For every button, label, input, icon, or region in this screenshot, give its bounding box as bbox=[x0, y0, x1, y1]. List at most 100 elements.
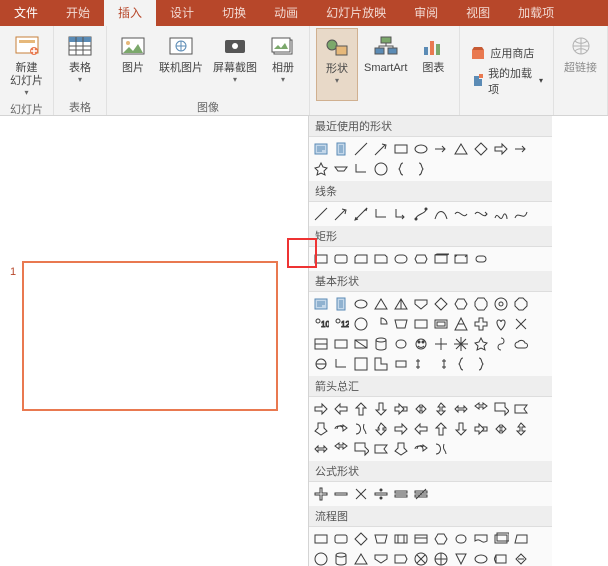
shape-item[interactable] bbox=[371, 354, 391, 374]
shape-item[interactable] bbox=[411, 204, 431, 224]
shape-item[interactable] bbox=[391, 419, 411, 439]
shape-item[interactable] bbox=[491, 529, 511, 549]
shape-item[interactable] bbox=[411, 294, 431, 314]
shape-item[interactable] bbox=[371, 159, 391, 179]
shape-item[interactable] bbox=[311, 204, 331, 224]
shape-item[interactable] bbox=[331, 249, 351, 269]
shape-item[interactable] bbox=[431, 314, 451, 334]
shape-item[interactable] bbox=[331, 354, 351, 374]
shape-item[interactable] bbox=[451, 334, 471, 354]
shape-item[interactable] bbox=[371, 204, 391, 224]
shape-item[interactable] bbox=[411, 314, 431, 334]
shape-item[interactable] bbox=[411, 399, 431, 419]
shape-item[interactable] bbox=[451, 529, 471, 549]
shape-item[interactable] bbox=[471, 314, 491, 334]
shape-item[interactable] bbox=[451, 419, 471, 439]
shape-item[interactable] bbox=[491, 314, 511, 334]
shape-item[interactable] bbox=[491, 549, 511, 566]
shape-item[interactable] bbox=[311, 549, 331, 566]
shape-item[interactable] bbox=[371, 549, 391, 566]
shape-item[interactable] bbox=[391, 204, 411, 224]
tab-view[interactable]: 视图 bbox=[452, 0, 504, 26]
shape-item[interactable] bbox=[451, 294, 471, 314]
shape-item[interactable] bbox=[331, 159, 351, 179]
new-slide-button[interactable]: 新建 幻灯片 ▾ bbox=[6, 28, 47, 99]
table-button[interactable]: 表格 ▾ bbox=[60, 28, 100, 97]
shape-item[interactable] bbox=[311, 529, 331, 549]
shape-item[interactable] bbox=[311, 139, 331, 159]
shape-item[interactable] bbox=[311, 439, 331, 459]
tab-slideshow[interactable]: 幻灯片放映 bbox=[312, 0, 400, 26]
myaddins-button[interactable]: 我的加载项 ▾ bbox=[470, 65, 543, 97]
shape-item[interactable] bbox=[391, 249, 411, 269]
tab-transition[interactable]: 切换 bbox=[208, 0, 260, 26]
shape-item[interactable] bbox=[311, 354, 331, 374]
shape-item[interactable] bbox=[411, 419, 431, 439]
smartart-button[interactable]: SmartArt bbox=[360, 28, 411, 101]
shape-item[interactable] bbox=[391, 139, 411, 159]
shape-item[interactable] bbox=[331, 139, 351, 159]
shape-item[interactable] bbox=[471, 549, 491, 566]
shapes-button[interactable]: 形状 ▾ bbox=[316, 28, 358, 101]
shape-item[interactable] bbox=[471, 249, 491, 269]
shape-item[interactable] bbox=[351, 159, 371, 179]
shape-item[interactable] bbox=[491, 139, 511, 159]
shape-item[interactable] bbox=[351, 439, 371, 459]
shape-item[interactable] bbox=[371, 314, 391, 334]
tab-design[interactable]: 设计 bbox=[156, 0, 208, 26]
shape-item[interactable] bbox=[411, 159, 431, 179]
shape-item[interactable] bbox=[491, 334, 511, 354]
shape-item[interactable] bbox=[391, 314, 411, 334]
shape-item[interactable] bbox=[411, 354, 431, 374]
shape-item[interactable] bbox=[451, 549, 471, 566]
shape-item[interactable] bbox=[471, 399, 491, 419]
shape-item[interactable] bbox=[391, 484, 411, 504]
shape-item[interactable] bbox=[351, 249, 371, 269]
shape-item[interactable] bbox=[391, 354, 411, 374]
shape-item[interactable] bbox=[471, 419, 491, 439]
shape-item[interactable] bbox=[331, 529, 351, 549]
shape-item[interactable] bbox=[311, 159, 331, 179]
shape-item[interactable] bbox=[491, 399, 511, 419]
tab-home[interactable]: 开始 bbox=[52, 0, 104, 26]
shape-item[interactable] bbox=[431, 399, 451, 419]
shape-item[interactable] bbox=[471, 354, 491, 374]
tab-addins[interactable]: 加载项 bbox=[504, 0, 568, 26]
shape-item[interactable] bbox=[391, 549, 411, 566]
shape-item[interactable]: 10 bbox=[311, 314, 331, 334]
shape-item[interactable] bbox=[431, 419, 451, 439]
shape-item[interactable] bbox=[431, 334, 451, 354]
shape-item[interactable] bbox=[391, 529, 411, 549]
shape-item[interactable] bbox=[371, 139, 391, 159]
shape-item[interactable] bbox=[331, 484, 351, 504]
tab-insert[interactable]: 插入 bbox=[104, 0, 156, 26]
shape-item[interactable] bbox=[371, 419, 391, 439]
shape-item[interactable] bbox=[351, 419, 371, 439]
picture-button[interactable]: 图片 bbox=[113, 28, 153, 97]
tab-animation[interactable]: 动画 bbox=[260, 0, 312, 26]
shape-item[interactable] bbox=[311, 249, 331, 269]
shape-item[interactable] bbox=[471, 294, 491, 314]
shape-item[interactable] bbox=[371, 484, 391, 504]
shape-item[interactable] bbox=[451, 204, 471, 224]
shape-item[interactable] bbox=[431, 139, 451, 159]
shape-item[interactable] bbox=[431, 294, 451, 314]
shape-item[interactable] bbox=[331, 419, 351, 439]
store-button[interactable]: 应用商店 bbox=[470, 45, 543, 61]
shape-item[interactable] bbox=[351, 314, 371, 334]
shape-item[interactable]: 12 bbox=[331, 314, 351, 334]
shape-item[interactable] bbox=[451, 399, 471, 419]
shape-item[interactable] bbox=[451, 249, 471, 269]
shape-item[interactable] bbox=[391, 294, 411, 314]
shape-item[interactable] bbox=[451, 314, 471, 334]
shape-item[interactable] bbox=[491, 294, 511, 314]
shape-item[interactable] bbox=[491, 419, 511, 439]
shape-item[interactable] bbox=[411, 549, 431, 566]
shape-item[interactable] bbox=[391, 159, 411, 179]
shape-item[interactable] bbox=[471, 529, 491, 549]
chart-button[interactable]: 图表 bbox=[413, 28, 453, 101]
shape-item[interactable] bbox=[351, 484, 371, 504]
shape-item[interactable] bbox=[371, 334, 391, 354]
slide-thumbnail[interactable] bbox=[22, 261, 278, 411]
shape-item[interactable] bbox=[431, 354, 451, 374]
